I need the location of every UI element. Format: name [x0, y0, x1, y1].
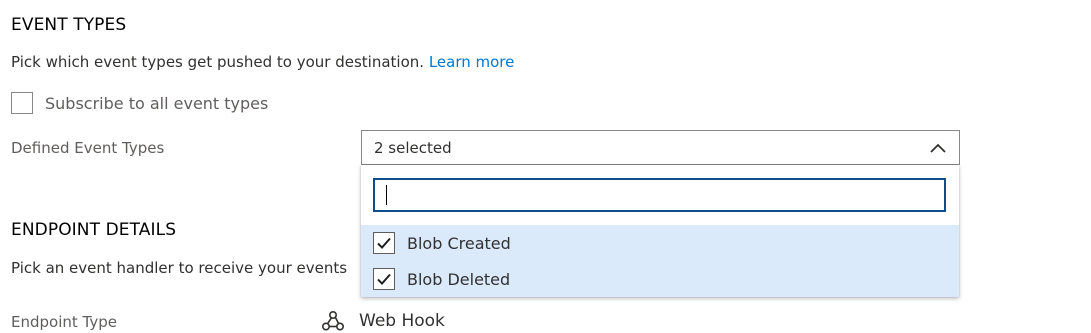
dropdown-selected-value: 2 selected: [374, 138, 452, 157]
subscribe-all-checkbox-row[interactable]: Subscribe to all event types: [11, 90, 268, 116]
option-blob-created[interactable]: Blob Created: [373, 226, 511, 260]
event-types-description: Pick which event types get pushed to you…: [11, 53, 514, 71]
checkmark-icon: [377, 237, 391, 249]
event-types-description-text: Pick which event types get pushed to you…: [11, 53, 425, 71]
subscribe-all-checkbox[interactable]: [11, 92, 33, 114]
endpoint-type-value-text: Web Hook: [359, 311, 445, 331]
option-label: Blob Created: [407, 233, 511, 253]
event-types-filter-input[interactable]: [373, 178, 946, 212]
defined-event-types-label: Defined Event Types: [11, 139, 165, 157]
checkmark-icon: [377, 273, 391, 285]
option-blob-deleted[interactable]: Blob Deleted: [373, 262, 510, 296]
event-types-heading: EVENT TYPES: [11, 15, 127, 35]
event-subscription-form: EVENT TYPES Pick which event types get p…: [0, 0, 1091, 333]
endpoint-type-label: Endpoint Type: [11, 313, 117, 331]
endpoint-details-description: Pick an event handler to receive your ev…: [11, 259, 348, 277]
option-label: Blob Deleted: [407, 269, 511, 289]
option-checkbox[interactable]: [373, 268, 395, 290]
option-checkbox[interactable]: [373, 232, 395, 254]
endpoint-type-value[interactable]: Web Hook: [321, 310, 445, 332]
defined-event-types-dropdown[interactable]: 2 selected: [361, 130, 960, 165]
endpoint-details-heading: ENDPOINT DETAILS: [11, 220, 177, 240]
text-caret: [386, 185, 387, 205]
chevron-up-icon[interactable]: [929, 139, 947, 157]
event-types-dropdown-panel: Blob Created Blob Deleted: [361, 165, 959, 297]
subscribe-all-label: Subscribe to all event types: [45, 93, 269, 113]
webhook-icon: [321, 310, 345, 331]
learn-more-link[interactable]: Learn more: [429, 53, 515, 71]
event-types-options-list: Blob Created Blob Deleted: [361, 225, 959, 297]
